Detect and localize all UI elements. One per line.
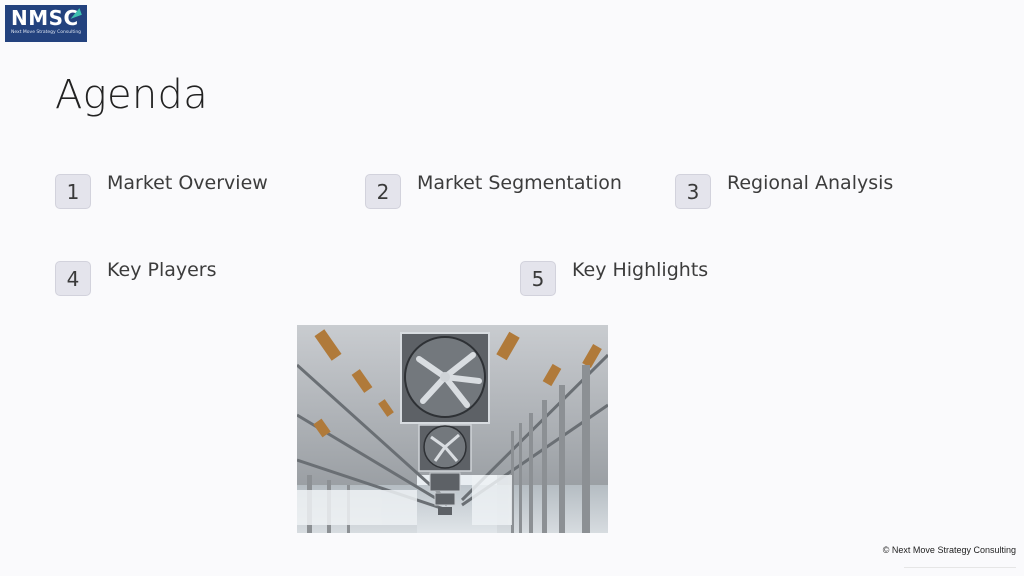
agenda-item-key-players: 4 Key Players <box>55 259 217 296</box>
agenda-number: 2 <box>365 174 401 209</box>
company-logo: NMSC Next Move Strategy Consulting <box>5 5 87 42</box>
agenda-label: Key Highlights <box>572 259 709 281</box>
slide: NMSC Next Move Strategy Consulting Agend… <box>0 0 1024 576</box>
agenda-label: Key Players <box>107 259 217 281</box>
agenda-number: 5 <box>520 261 556 296</box>
agenda-item-market-segmentation: 2 Market Segmentation <box>365 172 622 209</box>
agenda-label: Market Segmentation <box>417 172 622 194</box>
agenda-number: 1 <box>55 174 91 209</box>
agenda-number: 4 <box>55 261 91 296</box>
agenda-item-regional-analysis: 3 Regional Analysis <box>675 172 893 209</box>
barn-fans-illustration <box>297 325 608 533</box>
agenda-item-market-overview: 1 Market Overview <box>55 172 268 209</box>
logo-subtext: Next Move Strategy Consulting <box>11 30 82 35</box>
slide-title: Agenda <box>55 72 209 118</box>
agenda-label: Regional Analysis <box>727 172 894 194</box>
barn-fans-photo <box>297 325 608 533</box>
agenda-label: Market Overview <box>107 172 268 194</box>
agenda-number: 3 <box>675 174 711 209</box>
copyright-footer: © Next Move Strategy Consulting <box>882 545 1016 555</box>
footer-divider <box>904 567 1016 568</box>
agenda-item-key-highlights: 5 Key Highlights <box>520 259 708 296</box>
